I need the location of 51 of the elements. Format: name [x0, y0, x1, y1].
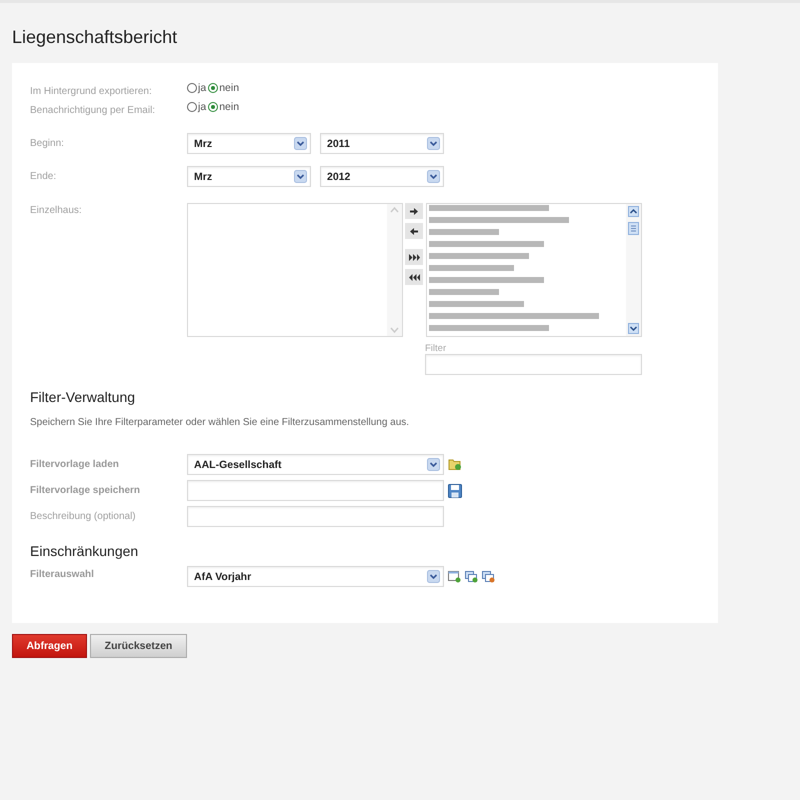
field-label: Filterauswahl [30, 569, 95, 580]
month-select[interactable]: Mrz [187, 133, 311, 154]
dropdown-caret-icon [427, 570, 440, 583]
page-title: Liegenschaftsbericht [11, 26, 178, 49]
move-right-button[interactable] [405, 203, 423, 219]
folder-icon[interactable] [448, 458, 462, 471]
dropdown-caret-icon [427, 137, 440, 150]
query-button[interactable]: Abfragen [12, 634, 87, 658]
field-label: Im Hintergrund exportieren: [30, 86, 153, 96]
section-description: Speichern Sie Ihre Filterparameter oder wählen Sie eine Filterzusammenstellung aus. [30, 417, 410, 428]
field-label: Beginn: [30, 138, 65, 149]
description-input[interactable] [187, 506, 444, 527]
move-left-button[interactable] [405, 223, 423, 239]
radio-option[interactable]: ja [187, 82, 206, 94]
triple-arrow-left-icon [408, 274, 420, 280]
dropdown-caret-icon [294, 170, 307, 183]
arrow-right-icon [410, 208, 418, 214]
field-label: Filtervorlage speichern [30, 485, 142, 496]
template-name-input[interactable] [187, 480, 444, 501]
field-label: Einzelhaus: [30, 205, 83, 216]
windows-delete-icon[interactable] [482, 570, 495, 582]
radio-option[interactable]: nein [208, 82, 240, 94]
move-all-right-button[interactable] [405, 249, 423, 265]
move-all-left-button[interactable] [405, 269, 423, 285]
dropdown-caret-icon [294, 137, 307, 150]
field-label: Beschreibung (optional) [30, 511, 137, 522]
year-select[interactable]: 2011 [320, 133, 444, 154]
dropdown-caret-icon [427, 458, 440, 471]
windows-edit-icon[interactable] [465, 570, 478, 582]
window-add-icon[interactable] [448, 570, 461, 582]
section-heading: Filter-Verwaltung [30, 389, 136, 405]
save-icon[interactable] [448, 484, 462, 498]
dropdown-caret-icon [427, 170, 440, 183]
month-select[interactable]: Mrz [187, 166, 311, 187]
filter-label: Filter [425, 343, 448, 354]
scroll-up-icon[interactable] [628, 206, 639, 217]
field-label: Filtervorlage laden [30, 459, 120, 470]
section-heading: Einschränkungen [30, 543, 140, 559]
arrow-left-icon [410, 228, 418, 234]
scroll-thumb-icon[interactable] [628, 222, 639, 235]
radio-option[interactable]: ja [187, 101, 206, 113]
filter-select[interactable]: AfA Vorjahr [187, 566, 444, 587]
scroll-down-icon[interactable] [628, 323, 639, 334]
triple-arrow-right-icon [408, 254, 420, 260]
radio-option[interactable]: nein [208, 101, 240, 113]
year-select[interactable]: 2012 [320, 166, 444, 187]
filter-input[interactable] [425, 354, 642, 375]
field-label: Benachrichtigung per Email: [30, 104, 156, 116]
field-label: Ende: [30, 171, 58, 182]
reset-button[interactable]: Zurücksetzen [90, 634, 187, 658]
template-select[interactable]: AAL-Gesellschaft [187, 454, 444, 475]
